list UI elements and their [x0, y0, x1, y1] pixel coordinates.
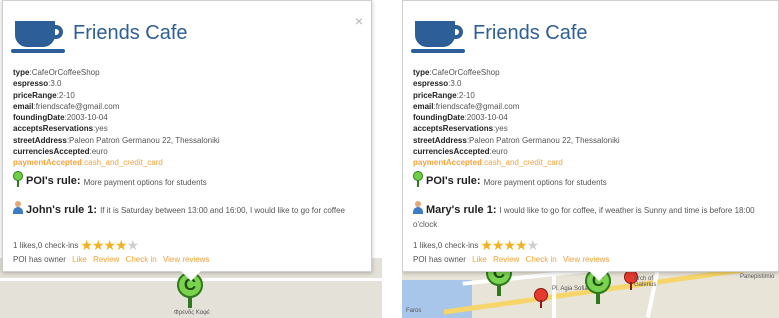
prop-currencies-accepted: currenciesAccepted:euro — [13, 147, 108, 157]
star-icon[interactable]: ★ — [503, 237, 516, 253]
owner-text: POI has owner — [413, 255, 466, 264]
prop-payment-accepted: paymentAccepted:cash_and_credit_card — [413, 158, 563, 168]
poi-rule: POI's rule: More payment options for stu… — [13, 171, 207, 187]
view-reviews-link[interactable]: View reviews — [163, 255, 210, 264]
check-in-link[interactable]: Check in — [126, 255, 157, 264]
star-icon[interactable]: ★ — [115, 237, 128, 253]
star-icon[interactable]: ★ — [480, 237, 493, 253]
map-place-label: Φρενδς Καφέ — [174, 310, 210, 316]
likes-text: 1 likes,0 check-ins — [13, 241, 79, 250]
prop-accepts-reservations: acceptsReservations:yes — [13, 124, 108, 134]
poi-popup-panel-left: C Φρενδς Καφέ × Friends Cafe type:CafeOr… — [0, 0, 382, 318]
prop-street-address: streetAddress:Paleon Patron Germanou 22,… — [413, 135, 620, 145]
poi-rule: POI's rule: More payment options for stu… — [413, 171, 607, 187]
star-icon[interactable]: ★ — [80, 237, 93, 253]
like-link[interactable]: Like — [72, 255, 87, 264]
prop-currencies-accepted: currenciesAccepted:euro — [413, 147, 508, 157]
star-icon[interactable]: ★ — [515, 237, 528, 253]
coffee-cup-icon — [11, 19, 71, 53]
view-reviews-link[interactable]: View reviews — [563, 255, 610, 264]
poi-rule-title: POI's rule: — [426, 175, 481, 187]
owner-actions: POI has owner Like Review Check in View … — [13, 255, 209, 264]
coffee-cup-icon — [411, 19, 471, 53]
star-icon[interactable]: ★ — [527, 237, 540, 253]
prop-espresso: espresso:3.0 — [13, 79, 62, 89]
prop-email: email:friendscafe@gmail.com — [13, 101, 120, 111]
poi-rule-text: More payment options for students — [83, 178, 207, 187]
prop-type: type:CafeOrCoffeeShop — [413, 68, 500, 77]
prop-espresso: espresso:3.0 — [413, 79, 462, 89]
star-icon[interactable]: ★ — [103, 237, 116, 253]
poi-map-pin[interactable] — [534, 288, 548, 308]
likes-checkins: 1 likes,0 check-ins ★★★★★ — [413, 237, 540, 254]
review-link[interactable]: Review — [93, 255, 119, 264]
prop-street-address: streetAddress:Paleon Patron Germanou 22,… — [13, 135, 220, 145]
star-icon[interactable]: ★ — [492, 237, 505, 253]
prop-founding-date: foundingDate:2003-10-04 — [13, 113, 108, 123]
map-label-arch: Arch of Galerius — [634, 276, 657, 288]
likes-text: 1 likes,0 check-ins — [413, 241, 479, 250]
user-rule: John's rule 1: If it is Saturday between … — [13, 201, 368, 218]
poi-properties: type:CafeOrCoffeeShop espresso:3.0 price… — [413, 67, 620, 169]
rating-stars[interactable]: ★★★★★ — [480, 237, 540, 254]
prop-email: email:friendscafe@gmail.com — [413, 101, 520, 111]
user-icon — [413, 201, 423, 214]
green-pin-icon — [13, 171, 23, 187]
check-in-link[interactable]: Check in — [526, 255, 557, 264]
map-label-faros: Faros — [406, 308, 422, 314]
user-rule-text: If it is Saturday between 13:00 and 16:0… — [100, 206, 345, 215]
prop-founding-date: foundingDate:2003-10-04 — [413, 113, 508, 123]
user-icon — [13, 201, 23, 214]
rating-stars[interactable]: ★★★★★ — [80, 237, 140, 254]
poi-popup-panel-right: C C Faros Pl. Agia Sofia Arch of Galeriu… — [402, 0, 779, 318]
poi-rule-title: POI's rule: — [26, 175, 81, 187]
user-rule-title: Mary's rule 1: — [426, 204, 497, 216]
review-link[interactable]: Review — [493, 255, 519, 264]
prop-type: type:CafeOrCoffeeShop — [13, 68, 100, 77]
popup-header: Friends Cafe — [11, 19, 188, 53]
user-rule: Mary's rule 1: I would like to go for cof… — [413, 201, 768, 232]
star-icon[interactable]: ★ — [92, 237, 105, 253]
poi-title: Friends Cafe — [73, 21, 188, 44]
poi-popup: × Friends Cafe type:CafeOrCoffeeShop esp… — [2, 0, 372, 281]
map-label-square: Pl. Agia Sofia — [552, 286, 588, 292]
owner-text: POI has owner — [13, 255, 66, 264]
prop-payment-accepted: paymentAccepted:cash_and_credit_card — [13, 158, 163, 168]
popup-header: Friends Cafe — [411, 19, 588, 53]
poi-popup: Friends Cafe type:CafeOrCoffeeShop espre… — [402, 0, 779, 281]
close-button[interactable]: × — [355, 13, 363, 29]
poi-title: Friends Cafe — [473, 21, 588, 44]
likes-checkins: 1 likes,0 check-ins ★★★★★ — [13, 237, 140, 254]
prop-price-range: priceRange:2-10 — [13, 90, 75, 100]
poi-properties: type:CafeOrCoffeeShop espresso:3.0 price… — [13, 67, 220, 169]
prop-accepts-reservations: acceptsReservations:yes — [413, 124, 508, 134]
green-pin-icon — [413, 171, 423, 187]
poi-rule-text: More payment options for students — [483, 178, 607, 187]
like-link[interactable]: Like — [472, 255, 487, 264]
user-rule-title: John's rule 1: — [26, 204, 98, 216]
prop-price-range: priceRange:2-10 — [413, 90, 475, 100]
star-icon[interactable]: ★ — [127, 237, 140, 253]
owner-actions: POI has owner Like Review Check in View … — [413, 255, 609, 264]
